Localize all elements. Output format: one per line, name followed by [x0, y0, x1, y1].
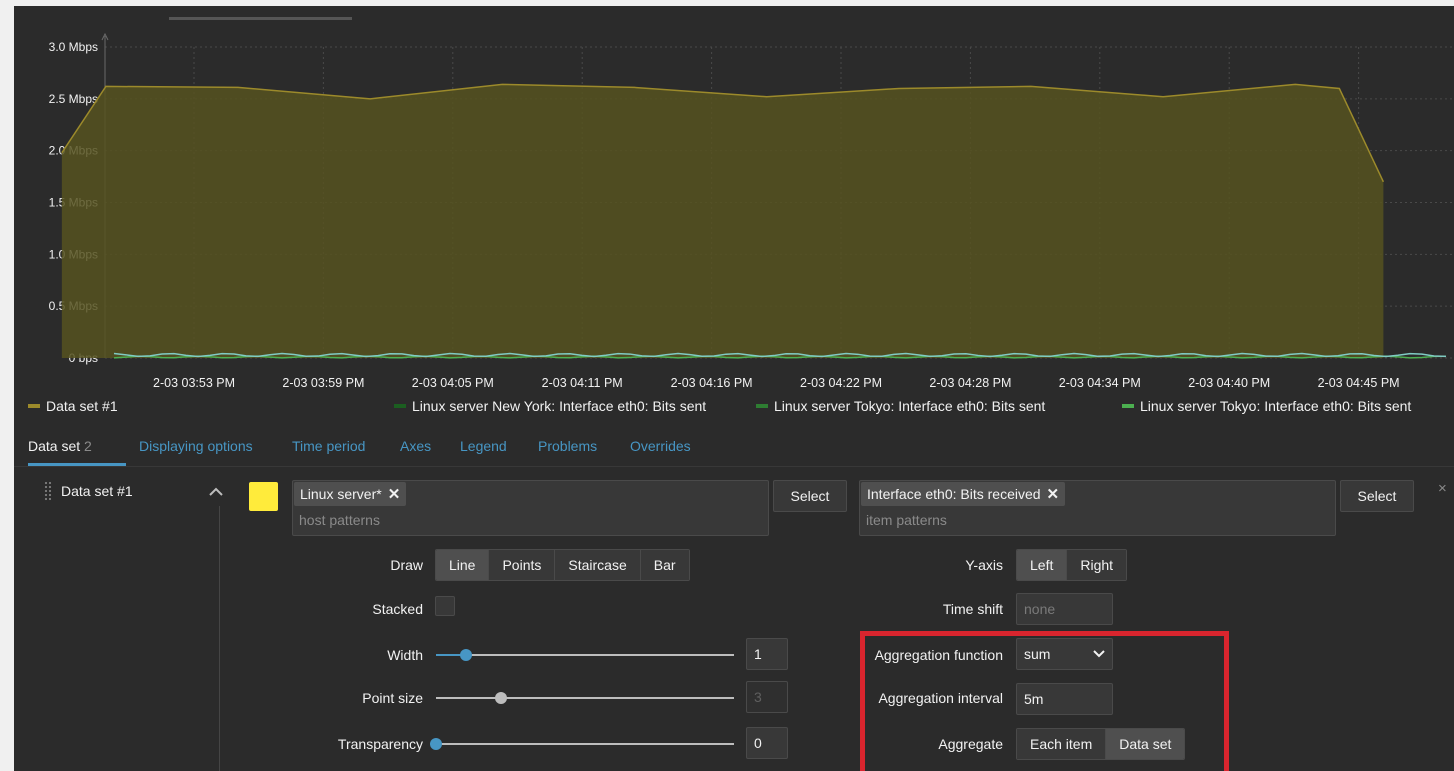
tab-displaying-options[interactable]: Displaying options: [139, 438, 253, 454]
legend-label: Data set #1: [46, 398, 118, 414]
host-patterns-placeholder: host patterns: [299, 512, 380, 528]
item-patterns-multiselect[interactable]: Interface eth0: Bits received ✕ item pat…: [859, 480, 1336, 536]
legend-swatch: [1122, 404, 1134, 408]
tab-legend[interactable]: Legend: [460, 438, 507, 454]
x-tick-label: 2-03 04:11 PM: [542, 376, 623, 390]
aggregate-each-item-button[interactable]: Each item: [1017, 729, 1107, 759]
dataset-title: Data set #1: [61, 483, 133, 499]
aggregate-segmented: Each item Data set: [1016, 728, 1186, 760]
y-axis-segmented: Left Right: [1016, 549, 1128, 581]
remove-chip-icon[interactable]: ✕: [388, 485, 401, 503]
slider-handle[interactable]: [460, 649, 472, 661]
legend-item-dataset-1: Data set #1: [28, 396, 118, 416]
item-patterns-placeholder: item patterns: [866, 512, 947, 528]
tab-label: Data set: [28, 438, 81, 454]
tab-overrides[interactable]: Overrides: [630, 438, 691, 454]
host-chip: Linux server* ✕: [294, 482, 407, 506]
draw-points-button[interactable]: Points: [489, 550, 556, 580]
drag-handle-icon[interactable]: [44, 481, 52, 501]
x-tick-label: 2-03 03:53 PM: [153, 376, 235, 390]
width-slider[interactable]: [436, 645, 734, 665]
host-patterns-multiselect[interactable]: Linux server* ✕ host patterns: [292, 480, 769, 536]
aggregation-interval-input[interactable]: 5m: [1016, 683, 1113, 715]
item-chip: Interface eth0: Bits received ✕: [861, 482, 1066, 506]
time-scroll-indicator: [169, 17, 352, 20]
y-axis-label: Y-axis: [965, 557, 1003, 573]
draw-staircase-button[interactable]: Staircase: [555, 550, 641, 580]
x-tick-label: 2-03 04:16 PM: [671, 376, 753, 390]
chevron-down-icon: [1093, 650, 1105, 658]
chart: 0 bps0.5 Mbps1.0 Mbps1.5 Mbps2.0 Mbps2.5…: [49, 17, 1454, 390]
tab-data-set[interactable]: Data set 2: [28, 438, 92, 454]
tab-count: 2: [84, 438, 92, 454]
transparency-input[interactable]: 0: [746, 727, 788, 759]
draw-label: Draw: [390, 557, 423, 573]
point-size-input: 3: [746, 681, 788, 713]
editor-tabs: Data set 2 Displaying options Time perio…: [14, 434, 1454, 467]
x-tick-label: 2-03 04:34 PM: [1059, 376, 1141, 390]
host-select-button[interactable]: Select: [773, 480, 847, 512]
aggregation-function-value: sum: [1024, 646, 1051, 662]
active-tab-indicator: [28, 463, 126, 466]
x-tick-label: 2-03 04:05 PM: [412, 376, 494, 390]
area-series-fill: [61, 84, 1384, 358]
y-axis-right-button[interactable]: Right: [1067, 550, 1127, 580]
x-tick-label: 2-03 04:45 PM: [1318, 376, 1400, 390]
y-tick-label: 3.0 Mbps: [49, 40, 98, 54]
x-tick-label: 2-03 04:40 PM: [1188, 376, 1270, 390]
transparency-slider[interactable]: [430, 734, 734, 754]
legend-item-tokyo-bits-sent-2: Linux server Tokyo: Interface eth0: Bits…: [1122, 396, 1411, 416]
width-input[interactable]: 1: [746, 638, 788, 670]
aggregate-data-set-button[interactable]: Data set: [1106, 729, 1185, 759]
legend-item-ny-bits-sent: Linux server New York: Interface eth0: B…: [394, 396, 706, 416]
tab-problems[interactable]: Problems: [538, 438, 597, 454]
transparency-label: Transparency: [337, 736, 423, 752]
point-size-slider[interactable]: [436, 688, 734, 708]
aggregation-function-label: Aggregation function: [874, 647, 1003, 663]
legend-item-tokyo-bits-sent: Linux server Tokyo: Interface eth0: Bits…: [756, 396, 1045, 416]
slider-handle[interactable]: [495, 692, 507, 704]
close-icon[interactable]: ×: [1438, 480, 1447, 497]
slider-track: [436, 697, 734, 699]
aggregation-function-select[interactable]: sum: [1016, 638, 1113, 670]
tab-time-period[interactable]: Time period: [292, 438, 365, 454]
y-tick-label: 2.5 Mbps: [49, 92, 98, 106]
time-shift-input[interactable]: none: [1016, 593, 1113, 625]
host-chip-label: Linux server*: [300, 486, 382, 502]
dataset-color-picker[interactable]: [249, 482, 278, 511]
draw-bar-button[interactable]: Bar: [640, 550, 689, 580]
slider-handle[interactable]: [430, 738, 442, 750]
dataset-header: Data set #1: [44, 481, 133, 501]
slider-track: [436, 654, 734, 656]
draw-segmented: Line Points Staircase Bar: [435, 549, 690, 581]
slider-track: [436, 743, 734, 745]
x-tick-label: 2-03 04:22 PM: [800, 376, 882, 390]
remove-chip-icon[interactable]: ✕: [1047, 485, 1060, 503]
legend-label: Linux server Tokyo: Interface eth0: Bits…: [774, 398, 1046, 414]
item-select-button[interactable]: Select: [1340, 480, 1414, 512]
dataset-divider: [219, 506, 220, 771]
item-chip-label: Interface eth0: Bits received: [867, 486, 1041, 502]
stacked-label: Stacked: [372, 601, 423, 617]
width-label: Width: [387, 647, 423, 663]
stacked-checkbox[interactable]: [435, 596, 455, 616]
tab-axes[interactable]: Axes: [400, 438, 431, 454]
legend-label: Linux server Tokyo: Interface eth0: Bits…: [1140, 398, 1412, 414]
legend-swatch: [756, 404, 768, 408]
chevron-up-icon[interactable]: [208, 484, 224, 500]
draw-line-button[interactable]: Line: [436, 550, 490, 580]
legend-label: Linux server New York: Interface eth0: B…: [412, 398, 707, 414]
x-tick-label: 2-03 04:28 PM: [929, 376, 1011, 390]
aggregate-label: Aggregate: [938, 736, 1003, 752]
time-shift-label: Time shift: [942, 601, 1003, 617]
point-size-label: Point size: [362, 690, 423, 706]
y-axis-left-button[interactable]: Left: [1017, 550, 1068, 580]
x-tick-label: 2-03 03:59 PM: [282, 376, 364, 390]
aggregation-interval-label: Aggregation interval: [878, 690, 1003, 706]
graph-widget-editor: 0 bps0.5 Mbps1.0 Mbps1.5 Mbps2.0 Mbps2.5…: [14, 6, 1454, 771]
legend-swatch: [28, 404, 40, 408]
legend-swatch: [394, 404, 406, 408]
graph-preview: 0 bps0.5 Mbps1.0 Mbps1.5 Mbps2.0 Mbps2.5…: [14, 6, 1454, 426]
